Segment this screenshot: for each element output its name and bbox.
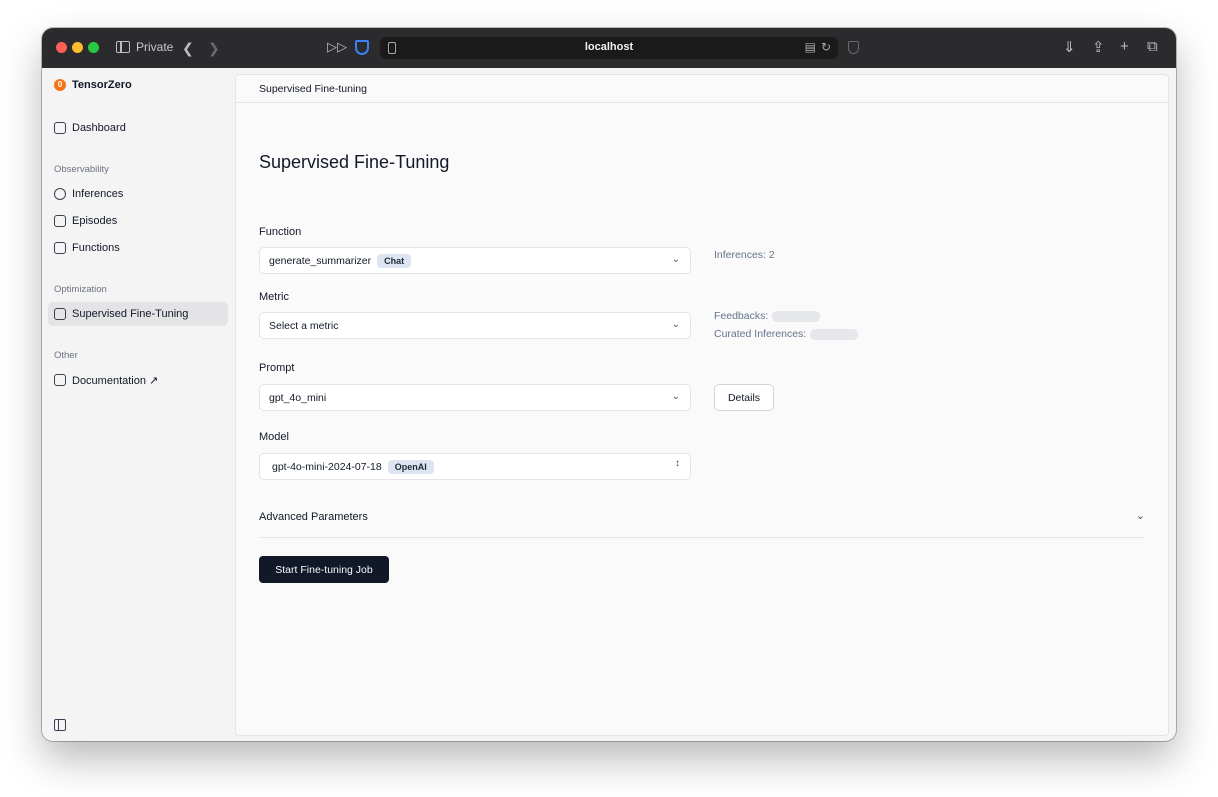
home-icon [54, 122, 66, 134]
function-select[interactable]: generate_summarizer Chat ⌄ [259, 247, 691, 274]
prompt-value: gpt_4o_mini [269, 391, 327, 404]
chevron-down-icon: ⌄ [1135, 510, 1145, 522]
sidebar-item-episodes[interactable]: Episodes [48, 209, 228, 233]
share-icon[interactable]: ⇪ [1092, 38, 1105, 56]
breadcrumb-item[interactable]: Supervised Fine-tuning [259, 83, 367, 95]
translate-icon[interactable]: ▤ [805, 40, 816, 54]
curated-loading-skeleton [810, 328, 859, 340]
function-type-badge: Chat [377, 253, 412, 268]
curated-inferences-stat: Curated Inferences: [714, 328, 859, 340]
sidebar-item-documentation[interactable]: Documentation ↗ [48, 368, 228, 392]
feedbacks-loading-skeleton [772, 310, 821, 322]
sidebar-item-supervised-fine-tuning[interactable]: Supervised Fine-Tuning [48, 302, 228, 326]
chevron-up-down-icon: ↕ [675, 458, 680, 469]
url-text: localhost [584, 41, 634, 53]
feedbacks-label: Feedbacks: [714, 310, 769, 322]
sidebar-item-label: Episodes [72, 215, 118, 227]
metric-placeholder: Select a metric [269, 319, 339, 332]
sidebar-item-label: Functions [72, 242, 120, 254]
tensorzero-logo-icon: 0 [54, 79, 66, 91]
sidebar-item-label: Inferences [72, 188, 124, 200]
details-button[interactable]: Details [714, 384, 774, 411]
function-value: generate_summarizer [269, 254, 372, 267]
main-panel: Supervised Fine-tuning Supervised Fine-T… [235, 74, 1169, 736]
play-circle-icon [54, 188, 66, 200]
browser-window: Private ❮ ❯ ▷▷ localhost ▤ ↻ ⇓ ⇪ + ⧉ 0 T… [42, 28, 1176, 741]
breadcrumb: Supervised Fine-tuning [236, 75, 1168, 103]
sidebar-item-dashboard[interactable]: Dashboard [48, 116, 228, 140]
model-label: Model [259, 431, 289, 443]
sidebar-toggle-icon[interactable] [116, 41, 130, 53]
function-icon [54, 242, 66, 254]
brand[interactable]: 0 TensorZero [54, 79, 132, 91]
extension-icon[interactable] [848, 41, 859, 54]
close-window-button[interactable] [56, 42, 67, 53]
privacy-shield-icon[interactable] [355, 40, 369, 55]
forward-arrow-icon[interactable]: ❯ [208, 38, 220, 58]
metric-label: Metric [259, 291, 289, 303]
curated-inferences-label: Curated Inferences: [714, 328, 807, 340]
advanced-parameters-label: Advanced Parameters [259, 511, 368, 523]
fine-tuning-icon [54, 308, 66, 320]
feedbacks-stat: Feedbacks: [714, 310, 821, 322]
section-label-other: Other [54, 350, 78, 361]
book-icon [54, 374, 66, 386]
chevron-down-icon: ⌄ [671, 391, 680, 402]
zoom-window-button[interactable] [88, 42, 99, 53]
brand-name: TensorZero [72, 79, 132, 91]
downloads-icon[interactable]: ⇓ [1063, 38, 1076, 56]
sidebar-item-label: Dashboard [72, 122, 126, 134]
metric-select[interactable]: Select a metric ⌄ [259, 312, 691, 339]
advanced-parameters-toggle[interactable]: Advanced Parameters ⌄ [259, 510, 1145, 538]
private-mode-label: Private [136, 40, 174, 54]
page-title: Supervised Fine-Tuning [259, 152, 450, 172]
back-arrow-icon[interactable]: ❮ [182, 38, 194, 58]
address-bar[interactable]: localhost ▤ ↻ [380, 37, 838, 59]
fast-forward-icon[interactable]: ▷▷ [327, 39, 347, 55]
chevron-down-icon: ⌄ [671, 254, 680, 265]
model-value: gpt-4o-mini-2024-07-18 [272, 460, 382, 473]
prompt-label: Prompt [259, 362, 295, 374]
function-label: Function [259, 226, 302, 238]
new-tab-icon[interactable]: + [1120, 38, 1129, 55]
model-select[interactable]: gpt-4o-mini-2024-07-18 OpenAI ↕ [259, 453, 691, 480]
prompt-select[interactable]: gpt_4o_mini ⌄ [259, 384, 691, 411]
reload-icon[interactable]: ↻ [821, 40, 831, 54]
model-provider-badge: OpenAI [387, 459, 434, 474]
tab-overview-icon[interactable]: ⧉ [1147, 38, 1158, 55]
section-label-optimization: Optimization [54, 284, 107, 295]
sidebar-item-inferences[interactable]: Inferences [48, 182, 228, 206]
sidebar-item-label: Documentation ↗ [72, 374, 159, 387]
app-sidebar: 0 TensorZero Dashboard Observability Inf… [42, 68, 234, 741]
title-bar: Private ❮ ❯ ▷▷ localhost ▤ ↻ ⇓ ⇪ + ⧉ [42, 28, 1176, 68]
inferences-count: Inferences: 2 [714, 249, 775, 261]
chevron-down-icon: ⌄ [671, 319, 680, 330]
stack-icon [54, 215, 66, 227]
start-fine-tuning-button[interactable]: Start Fine-tuning Job [259, 556, 389, 583]
section-label-observability: Observability [54, 164, 109, 175]
sidebar-item-functions[interactable]: Functions [48, 236, 228, 260]
sidebar-item-label: Supervised Fine-Tuning [72, 308, 189, 320]
collapse-sidebar-icon[interactable] [54, 719, 66, 731]
minimize-window-button[interactable] [72, 42, 83, 53]
